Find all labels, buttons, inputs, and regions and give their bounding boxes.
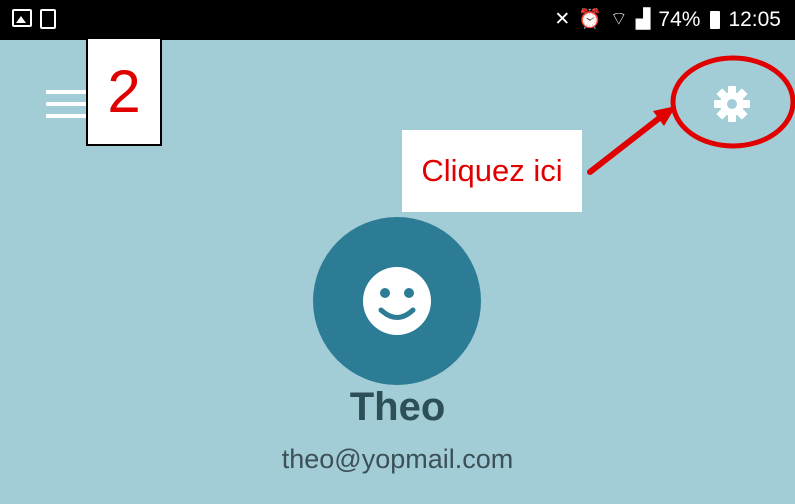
pointer-arrow <box>587 113 665 175</box>
annotation-overlay <box>587 55 795 175</box>
highlight-ellipse <box>670 55 795 149</box>
phone-screen: ✕ ⏰ ⌔ ▟ 74% 12:05 Theo theo@yopmail.com … <box>0 0 795 504</box>
